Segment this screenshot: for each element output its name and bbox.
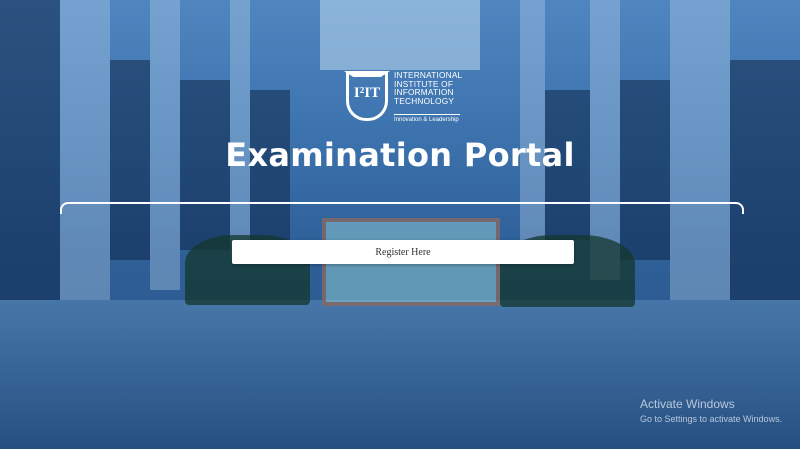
institute-logo: I²IT INTERNATIONAL INSTITUTE OF INFORMAT… [344,71,464,125]
institute-name-line: TECHNOLOGY [394,95,455,106]
watermark-title: Activate Windows [640,397,735,411]
register-button[interactable]: Register Here [232,240,574,264]
divider [60,202,744,214]
activate-windows-watermark: Activate Windows Go to Settings to activ… [640,397,782,424]
page-title: Examination Portal [225,136,575,174]
watermark-subtitle: Go to Settings to activate Windows. [640,414,783,424]
institute-name: INTERNATIONAL INSTITUTE OF INFORMATION T… [394,71,462,105]
background-photo [0,0,800,449]
institute-tagline: Innovation & Leadership [394,114,460,123]
logo-mark: I²IT [353,85,381,101]
